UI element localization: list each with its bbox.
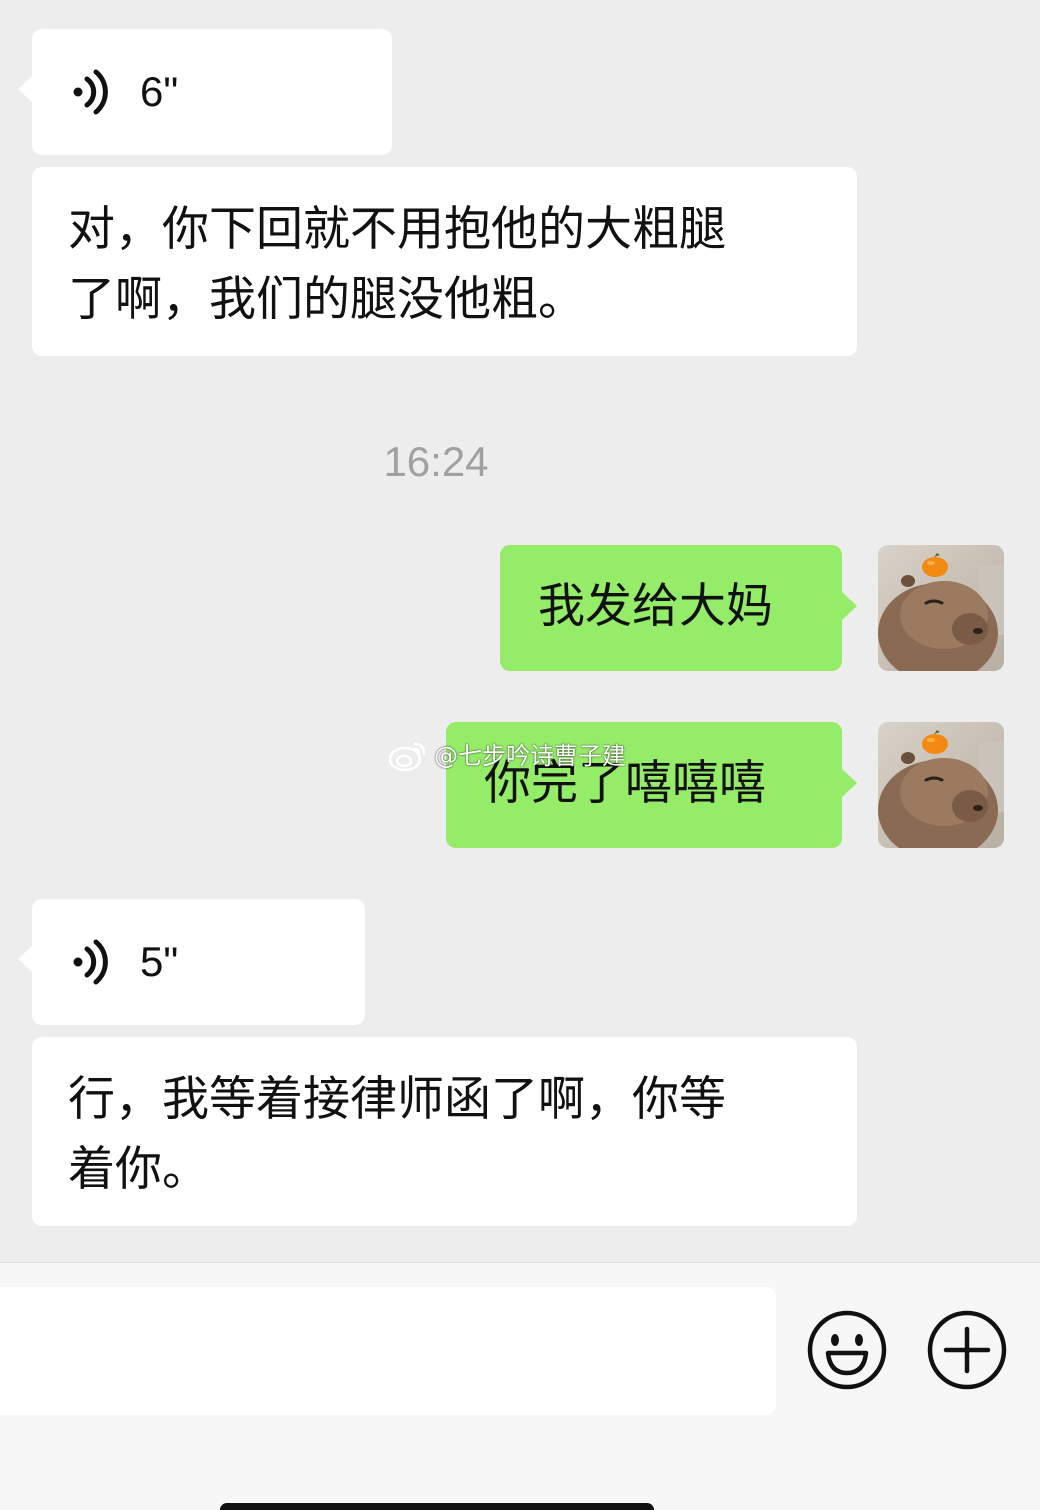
capybara-with-orange-avatar (878, 545, 1004, 671)
plus-button[interactable] (926, 1309, 1008, 1391)
voice-message-bubble[interactable]: 5" (18, 899, 365, 1025)
message-timestamp: 16:24 (383, 438, 489, 485)
voice-duration: 6" (140, 68, 179, 115)
emoji-icon (807, 1310, 887, 1390)
weibo-icon (388, 742, 426, 772)
message-text-line: 行，我等着接律师函了啊，你等 (68, 1072, 726, 1127)
message-text-line: 了啊，我们的腿没他粗。 (68, 272, 585, 327)
message-text-line: 对，你下回就不用抱他的大粗腿 (68, 202, 726, 257)
plus-icon (927, 1310, 1007, 1390)
voice-message-bubble[interactable]: 6" (18, 29, 392, 155)
chat-screen: 6" 对，你下回就不用抱他的大粗腿 了啊，我们的腿没他粗。 16:24 我发给大… (0, 0, 1040, 1510)
outgoing-message-bubble[interactable]: 我发给大妈 (500, 545, 857, 671)
voice-duration: 5" (140, 938, 179, 985)
weibo-watermark: @七步吟诗曹子建 (388, 736, 626, 776)
message-text-line: 着你。 (68, 1142, 209, 1197)
voice-wave-icon (73, 939, 108, 985)
message-input[interactable] (0, 1287, 776, 1415)
user-avatar[interactable] (878, 722, 1004, 848)
input-bar (0, 1262, 1040, 1510)
text-message-bubble[interactable]: 行，我等着接律师函了啊，你等 着你。 (32, 1037, 857, 1226)
home-indicator[interactable] (220, 1503, 654, 1510)
message-text: 我发给大妈 (538, 579, 773, 634)
voice-wave-icon (73, 69, 108, 115)
emoji-button[interactable] (806, 1309, 888, 1391)
watermark-text: @七步吟诗曹子建 (434, 742, 626, 770)
text-message-bubble[interactable]: 对，你下回就不用抱他的大粗腿 了啊，我们的腿没他粗。 (32, 167, 857, 356)
user-avatar[interactable] (878, 545, 1004, 671)
capybara-with-orange-avatar (878, 722, 1004, 848)
